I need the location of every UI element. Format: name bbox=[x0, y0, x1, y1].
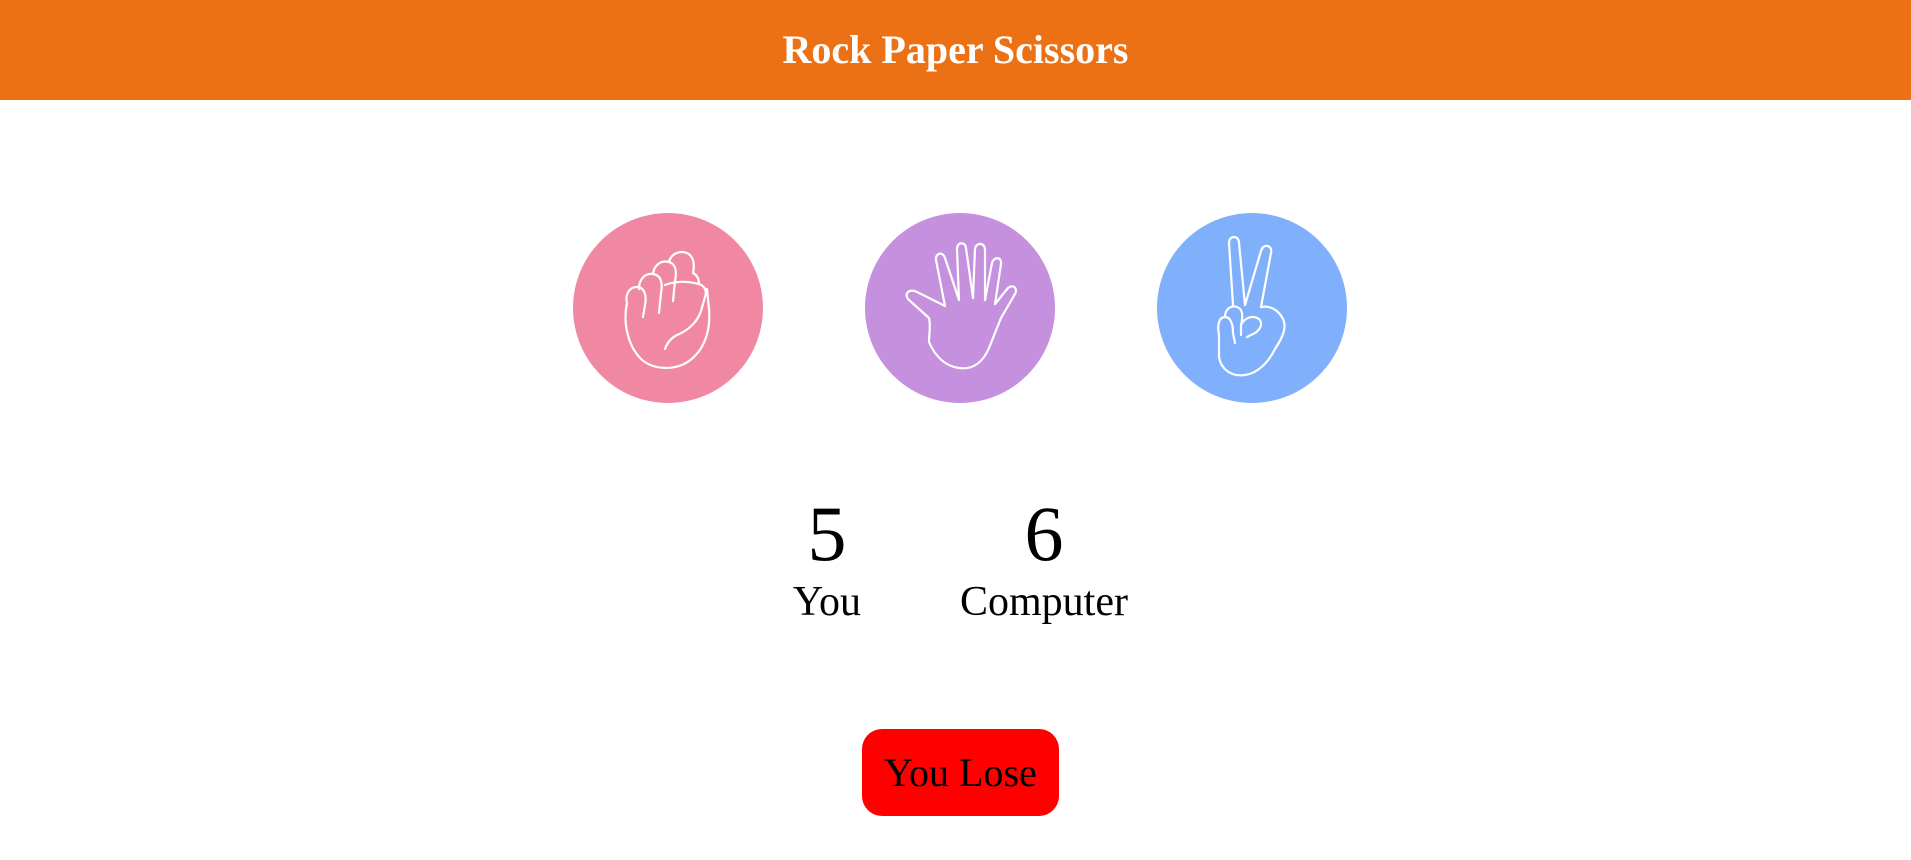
scissors-button[interactable] bbox=[1157, 213, 1347, 403]
paper-button[interactable] bbox=[865, 213, 1055, 403]
header-bar: Rock Paper Scissors bbox=[0, 0, 1911, 100]
peace-sign-icon bbox=[1217, 235, 1286, 377]
page-title: Rock Paper Scissors bbox=[782, 27, 1129, 72]
computer-score: 6 Computer bbox=[944, 490, 1144, 626]
player-score: 5 You bbox=[727, 490, 927, 626]
open-hand-icon bbox=[905, 242, 1017, 370]
player-score-value: 5 bbox=[807, 490, 847, 577]
result-badge: You Lose bbox=[862, 729, 1059, 816]
fist-icon bbox=[624, 250, 711, 369]
computer-score-label: Computer bbox=[960, 579, 1128, 625]
computer-score-value: 6 bbox=[1024, 490, 1064, 577]
player-score-label: You bbox=[792, 579, 862, 625]
rock-button[interactable] bbox=[573, 213, 763, 403]
